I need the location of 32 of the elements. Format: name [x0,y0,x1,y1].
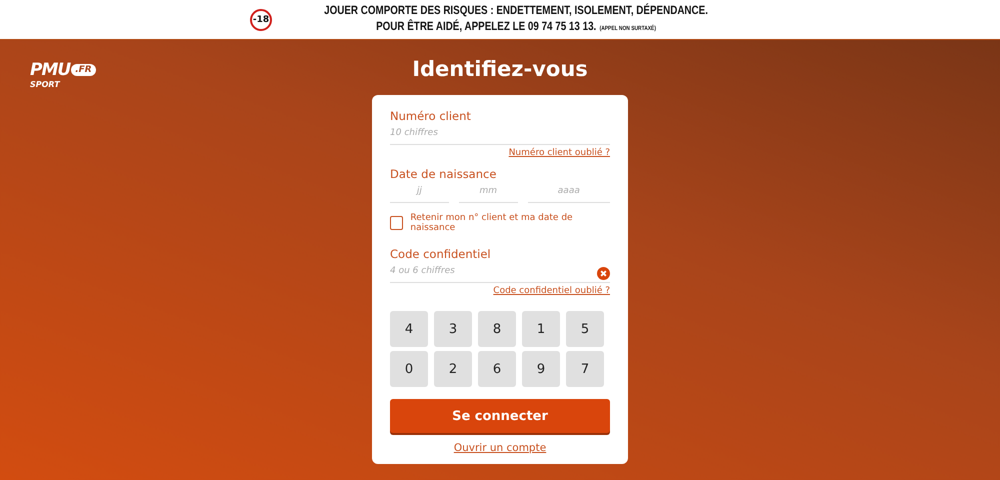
logo-brand: PMU [30,60,70,80]
field-label: Code confidentiel [390,247,492,261]
page-title: Identifiez-vous [412,57,588,81]
date-field[interactable]: jj [390,184,449,203]
date-field[interactable]: aaaa [528,184,610,203]
keypad-key[interactable]: 7 [566,351,604,387]
field-label: Date de naissance [390,167,498,181]
keypad-key[interactable]: 1 [522,311,560,347]
keypad-key[interactable]: 8 [478,311,516,347]
keypad-key[interactable]: 5 [566,311,604,347]
keypad-key[interactable]: 2 [434,351,472,387]
helpline-text: POUR ÊTRE AIDÉ, APPELEZ LE 09 74 75 13 13. [376,18,596,34]
keypad-key[interactable]: 3 [434,311,472,347]
logo-subtitle: SPORT [30,80,62,89]
warning-text: JOUER COMPORTE DES RISQUES : ENDETTEMENT, ISOLEMENT, DÉPENDANCE. [324,2,708,18]
open-account-link[interactable]: Ouvrir un compte [454,442,546,454]
date-field[interactable]: mm [458,184,518,203]
logo-suffix: .FR [71,64,96,76]
clear-icon[interactable] [597,266,610,280]
keypad-key[interactable]: 0 [390,351,428,387]
pin-field[interactable]: 4 ou 6 chiffres [390,264,597,282]
forgot-pin-link[interactable]: Code confidentiel oublié ? [493,286,610,296]
forgot-client-number-link[interactable]: Numéro client oublié ? [508,148,610,158]
remember-label: Retenir mon n° client et ma date de naissance [410,213,574,233]
remember-checkbox[interactable] [390,216,404,230]
keypad-key[interactable]: 6 [478,351,516,387]
client-number-field[interactable]: 10 chiffres [390,126,610,145]
keypad-key[interactable]: 9 [522,351,560,387]
login-button[interactable]: Se connecter [390,399,610,433]
keypad-key[interactable]: 4 [390,311,428,347]
age-limit-badge: -18 [250,8,272,30]
field-label: Numéro client [390,109,472,123]
